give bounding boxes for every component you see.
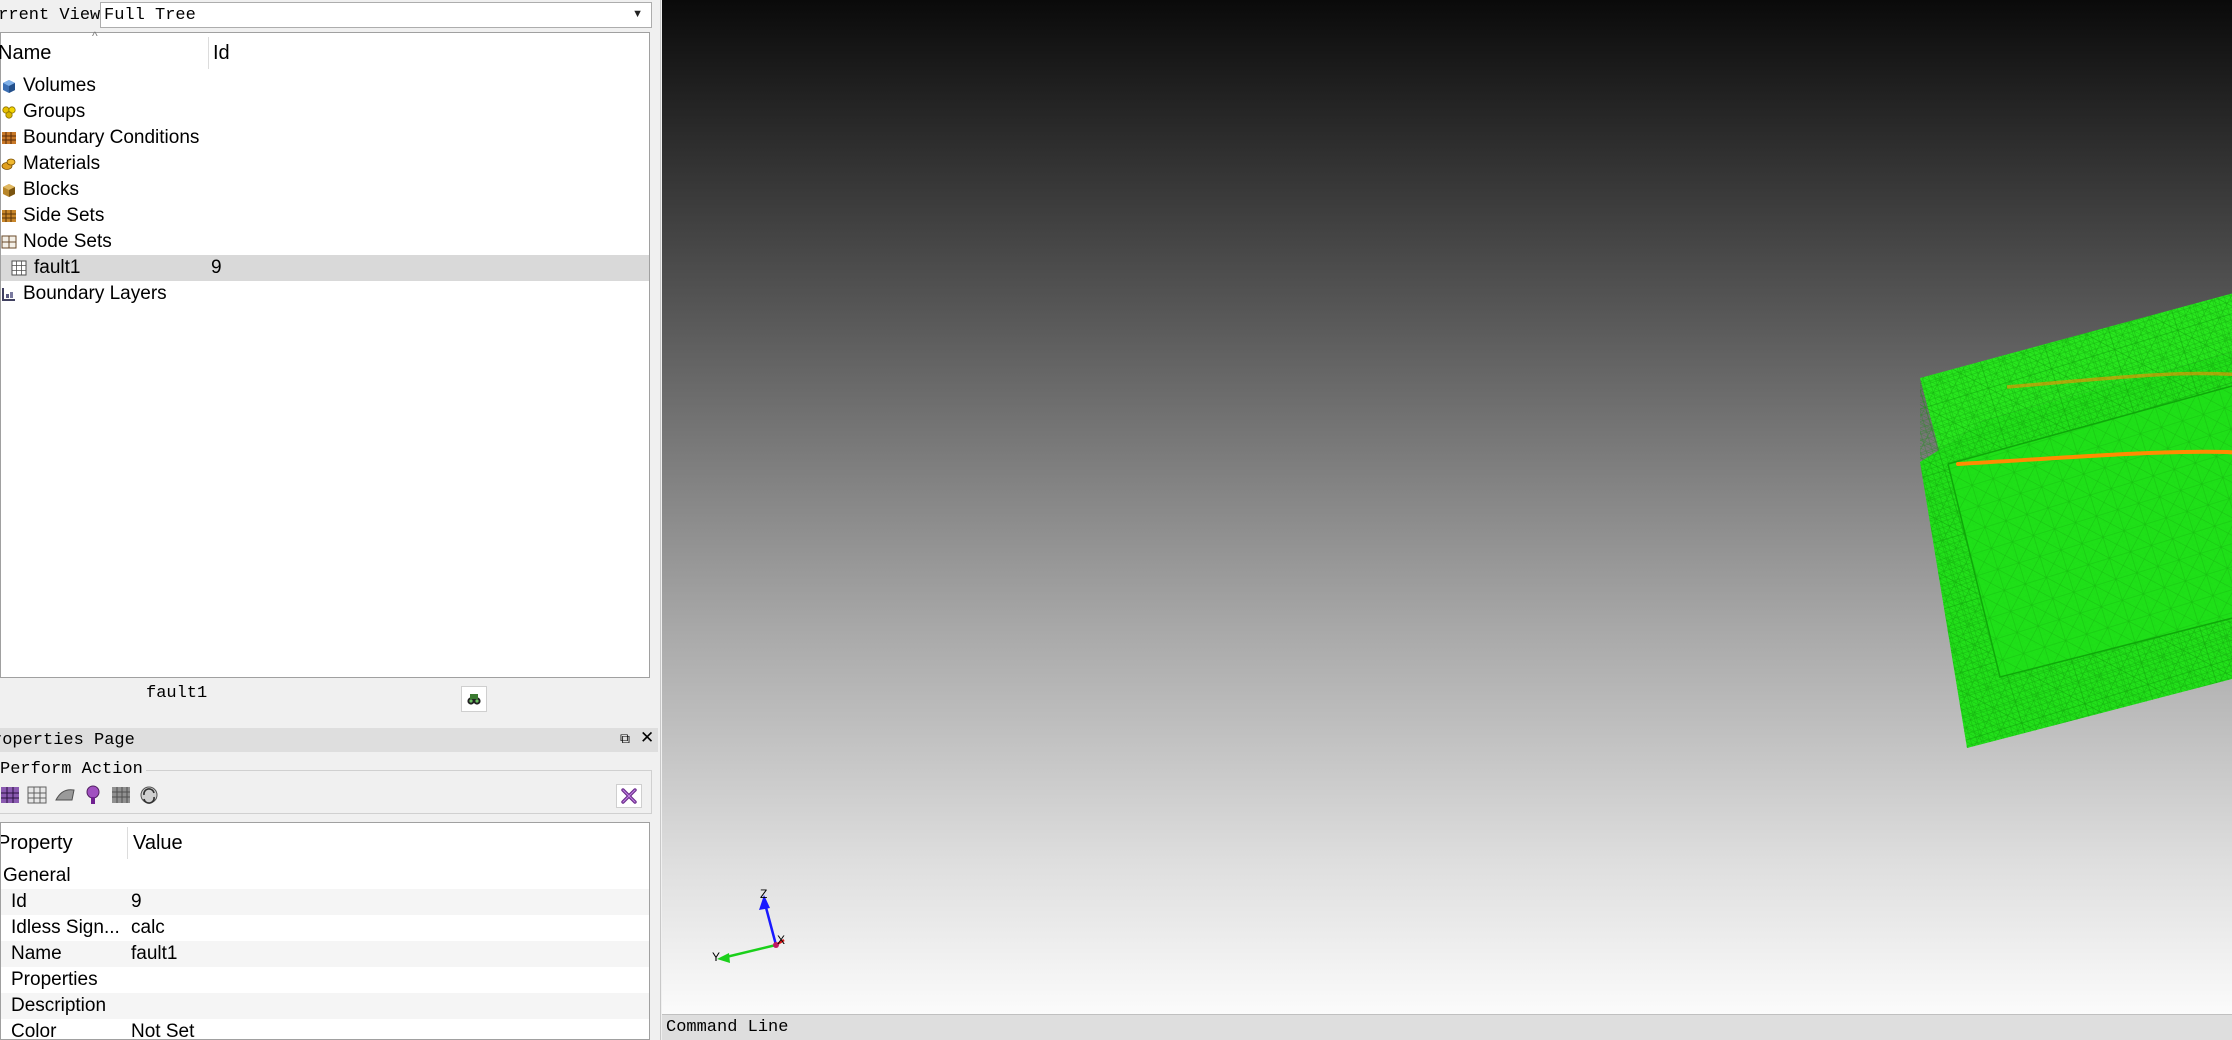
tree-header: ^ Name Id [0, 29, 649, 73]
property-row-color[interactable]: Color Not Set [1, 1019, 649, 1040]
column-divider[interactable] [127, 827, 128, 859]
perform-action-label: Perform Action [0, 760, 146, 779]
x-axis-label: X [777, 933, 785, 947]
tree-item-id: 9 [211, 257, 222, 278]
property-row-idless-signature[interactable]: Idless Sign... calc [1, 915, 649, 941]
property-key: Properties [11, 969, 98, 990]
tree-item-label: Side Sets [23, 205, 105, 226]
tree-item-label: Materials [23, 153, 101, 174]
boundary-layers-icon [2, 288, 15, 301]
tree-item-label: Node Sets [23, 231, 112, 252]
tree-item-boundary-conditions[interactable]: Boundary Conditions [1, 125, 649, 151]
blocks-icon [3, 184, 15, 197]
model-tree[interactable]: ^ Name Id Volumes Groups Boundary Condit… [0, 29, 650, 678]
property-key: Color [11, 1021, 57, 1040]
tree-item-volumes[interactable]: Volumes [1, 73, 649, 99]
grid-action-icon[interactable] [26, 784, 48, 806]
view-select-value: Full Tree [104, 6, 196, 25]
tree-item-label: Boundary Layers [23, 283, 167, 304]
tree-item-groups[interactable]: Groups [1, 99, 649, 125]
volume-icon [3, 80, 15, 93]
mesh-action-icon[interactable] [0, 784, 22, 806]
properties-column-property[interactable]: Property [1, 832, 73, 855]
property-key: Id [11, 891, 27, 912]
properties-header: Property Value [1, 823, 649, 863]
block-action-icon[interactable] [110, 784, 132, 806]
tree-item-node-sets[interactable]: Node Sets [1, 229, 649, 255]
boundary-conditions-icon [2, 132, 16, 144]
property-row-id[interactable]: Id 9 [1, 889, 649, 915]
sort-ascending-icon[interactable]: ^ [92, 29, 98, 43]
property-row-properties[interactable]: Properties [1, 967, 649, 993]
view-select[interactable]: Full Tree ▼ [100, 2, 652, 28]
tree-item-label: Groups [23, 101, 86, 122]
mesh-block[interactable] [1920, 225, 2232, 748]
chevron-down-icon: ▼ [632, 8, 643, 20]
locate-entity-button[interactable] [461, 686, 487, 712]
column-divider[interactable] [208, 37, 209, 69]
refresh-action-icon[interactable] [138, 784, 160, 806]
tree-item-label: Volumes [23, 75, 96, 96]
selected-entity-label: fault1 [146, 684, 208, 703]
binoculars-icon [467, 694, 481, 705]
y-axis-line [721, 943, 777, 960]
tree-column-name[interactable]: Name [0, 42, 51, 65]
property-row-name[interactable]: Name fault1 [1, 941, 649, 967]
command-line-bar[interactable]: Command Line [662, 1014, 2232, 1040]
property-row-description[interactable]: Description [1, 993, 649, 1019]
perform-action-group: Perform Action [0, 758, 656, 816]
close-icon [621, 788, 637, 804]
property-key: Description [11, 995, 107, 1016]
tree-item-boundary-layers[interactable]: Boundary Layers [1, 281, 649, 307]
view-bar: urrent View Full Tree ▼ [0, 0, 660, 32]
node-set-icon [11, 260, 27, 276]
property-value[interactable]: fault1 [131, 943, 177, 965]
materials-icon [1, 158, 16, 170]
tree-item-materials[interactable]: Materials [1, 151, 649, 177]
group-icon [2, 106, 16, 119]
property-value[interactable]: Not Set [131, 1021, 194, 1039]
side-sets-icon [2, 210, 16, 222]
property-key: Name [11, 943, 62, 964]
tree-status-bar: fault1 [0, 678, 650, 720]
properties-titlebar: roperties Page ⧉ ✕ [0, 728, 658, 752]
z-axis-label: Z [760, 887, 767, 901]
tree-item-side-sets[interactable]: Side Sets [1, 203, 649, 229]
node-sets-icon [1, 235, 17, 249]
properties-column-value[interactable]: Value [133, 832, 183, 855]
tree-item-label: Boundary Conditions [23, 127, 200, 148]
surface-action-icon[interactable] [54, 784, 76, 806]
close-icon[interactable]: ✕ [640, 728, 654, 748]
mesh-scene[interactable]: Z X Y [662, 0, 2232, 1014]
properties-title: roperties Page [0, 731, 135, 750]
current-view-label: urrent View [0, 6, 101, 25]
model-tree-panel: urrent View Full Tree ▼ ^ Name Id Volume… [0, 0, 661, 1040]
property-group-general[interactable]: General [1, 863, 649, 889]
property-value[interactable]: 9 [131, 891, 142, 913]
tree-item-fault1[interactable]: fault1 9 [1, 255, 649, 281]
tree-item-label: fault1 [34, 257, 81, 278]
property-value[interactable]: calc [131, 917, 165, 939]
tree-item-blocks[interactable]: Blocks [1, 177, 649, 203]
y-axis-label: Y [712, 950, 720, 964]
cancel-action-button[interactable] [616, 784, 642, 808]
graphics-viewport[interactable]: Z X Y [662, 0, 2232, 1014]
float-panel-icon[interactable]: ⧉ [620, 730, 630, 747]
command-line-label: Command Line [666, 1018, 789, 1037]
tree-column-id[interactable]: Id [213, 42, 230, 65]
properties-table: Property Value General Id 9 Idless Sign.… [0, 822, 650, 1040]
material-action-icon[interactable] [82, 784, 104, 806]
property-key: Idless Sign... [11, 917, 120, 938]
axis-triad: Z X Y [712, 887, 785, 964]
tree-item-label: Blocks [23, 179, 79, 200]
property-key: General [3, 865, 71, 886]
